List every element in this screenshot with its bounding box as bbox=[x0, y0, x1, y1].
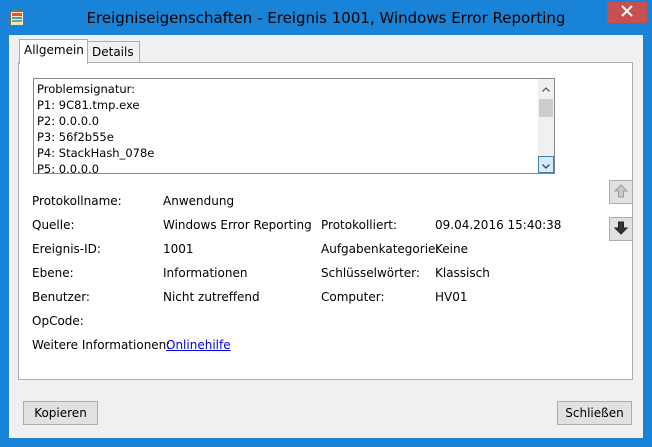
ereignis-id-value: 1001 bbox=[163, 242, 194, 256]
computer-label: Computer: bbox=[321, 290, 385, 304]
description-line: P5: 0.0.0.0 bbox=[37, 162, 100, 176]
aufgabenkategorie-value: Keine bbox=[435, 242, 468, 256]
event-properties-window: Ereigniseigenschaften - Ereignis 1001, W… bbox=[0, 0, 652, 447]
description-scrollbar[interactable] bbox=[538, 79, 554, 173]
ereignis-id-label: Ereignis-ID: bbox=[32, 242, 101, 256]
event-description-textbox[interactable]: Problemsignatur: P1: 9C81.tmp.exe P2: 0.0.… bbox=[33, 78, 555, 177]
ebene-value: Informationen bbox=[163, 266, 248, 280]
chevron-up-icon bbox=[542, 81, 550, 95]
previous-event-button[interactable] bbox=[609, 180, 633, 204]
window-title: Ereigniseigenschaften - Ereignis 1001, W… bbox=[86, 9, 566, 27]
description-line: P3: 56f2b55e bbox=[37, 130, 114, 144]
protokollname-value: Anwendung bbox=[163, 194, 235, 208]
arrow-up-icon bbox=[613, 183, 629, 201]
protokolliert-value: 09.04.2016 15:40:38 bbox=[435, 218, 562, 232]
computer-value: HV01 bbox=[435, 290, 468, 304]
protokolliert-label: Protokolliert: bbox=[321, 218, 398, 232]
description-line: P1: 9C81.tmp.exe bbox=[37, 98, 140, 112]
description-line: P2: 0.0.0.0 bbox=[37, 114, 100, 128]
onlinehilfe-link[interactable]: Onlinehilfe bbox=[166, 338, 231, 352]
general-tab-panel: Problemsignatur: P1: 9C81.tmp.exe P2: 0.0.… bbox=[18, 62, 633, 380]
event-description-text: Problemsignatur: P1: 9C81.tmp.exe P2: 0.0.… bbox=[37, 81, 537, 177]
tab-details[interactable]: Details bbox=[87, 41, 140, 63]
scroll-thumb[interactable] bbox=[539, 99, 553, 117]
quelle-value: Windows Error Reporting bbox=[163, 218, 312, 232]
copy-button[interactable]: Kopieren bbox=[23, 401, 98, 425]
opcode-label: OpCode: bbox=[32, 314, 84, 328]
schluesselwoerter-label: Schlüsselwörter: bbox=[321, 266, 420, 280]
close-window-button[interactable] bbox=[607, 2, 647, 23]
ebene-label: Ebene: bbox=[32, 266, 74, 280]
aufgabenkategorie-label: Aufgabenkategorie: bbox=[321, 242, 440, 256]
schluesselwoerter-value: Klassisch bbox=[435, 266, 490, 280]
dialog-client-area: Allgemein Details Problemsignatur: P1: 9C… bbox=[9, 35, 643, 438]
chevron-down-icon bbox=[542, 158, 550, 172]
benutzer-label: Benutzer: bbox=[32, 290, 90, 304]
weitere-informationen-label: Weitere Informationen: bbox=[32, 338, 171, 352]
protokollname-label: Protokollname: bbox=[32, 194, 122, 208]
scroll-down-button[interactable] bbox=[538, 156, 554, 173]
benutzer-value: Nicht zutreffend bbox=[163, 290, 260, 304]
title-bar[interactable]: Ereigniseigenschaften - Ereignis 1001, W… bbox=[1, 1, 651, 35]
close-button[interactable]: Schließen bbox=[557, 401, 632, 425]
arrow-down-icon bbox=[613, 221, 629, 238]
description-line: P4: StackHash_078e bbox=[37, 146, 155, 160]
scroll-up-button[interactable] bbox=[538, 79, 554, 96]
tab-allgemein[interactable]: Allgemein bbox=[19, 39, 88, 64]
close-icon bbox=[621, 5, 633, 20]
quelle-label: Quelle: bbox=[32, 218, 75, 232]
next-event-button[interactable] bbox=[609, 217, 633, 241]
description-line: Problemsignatur: bbox=[37, 82, 136, 96]
